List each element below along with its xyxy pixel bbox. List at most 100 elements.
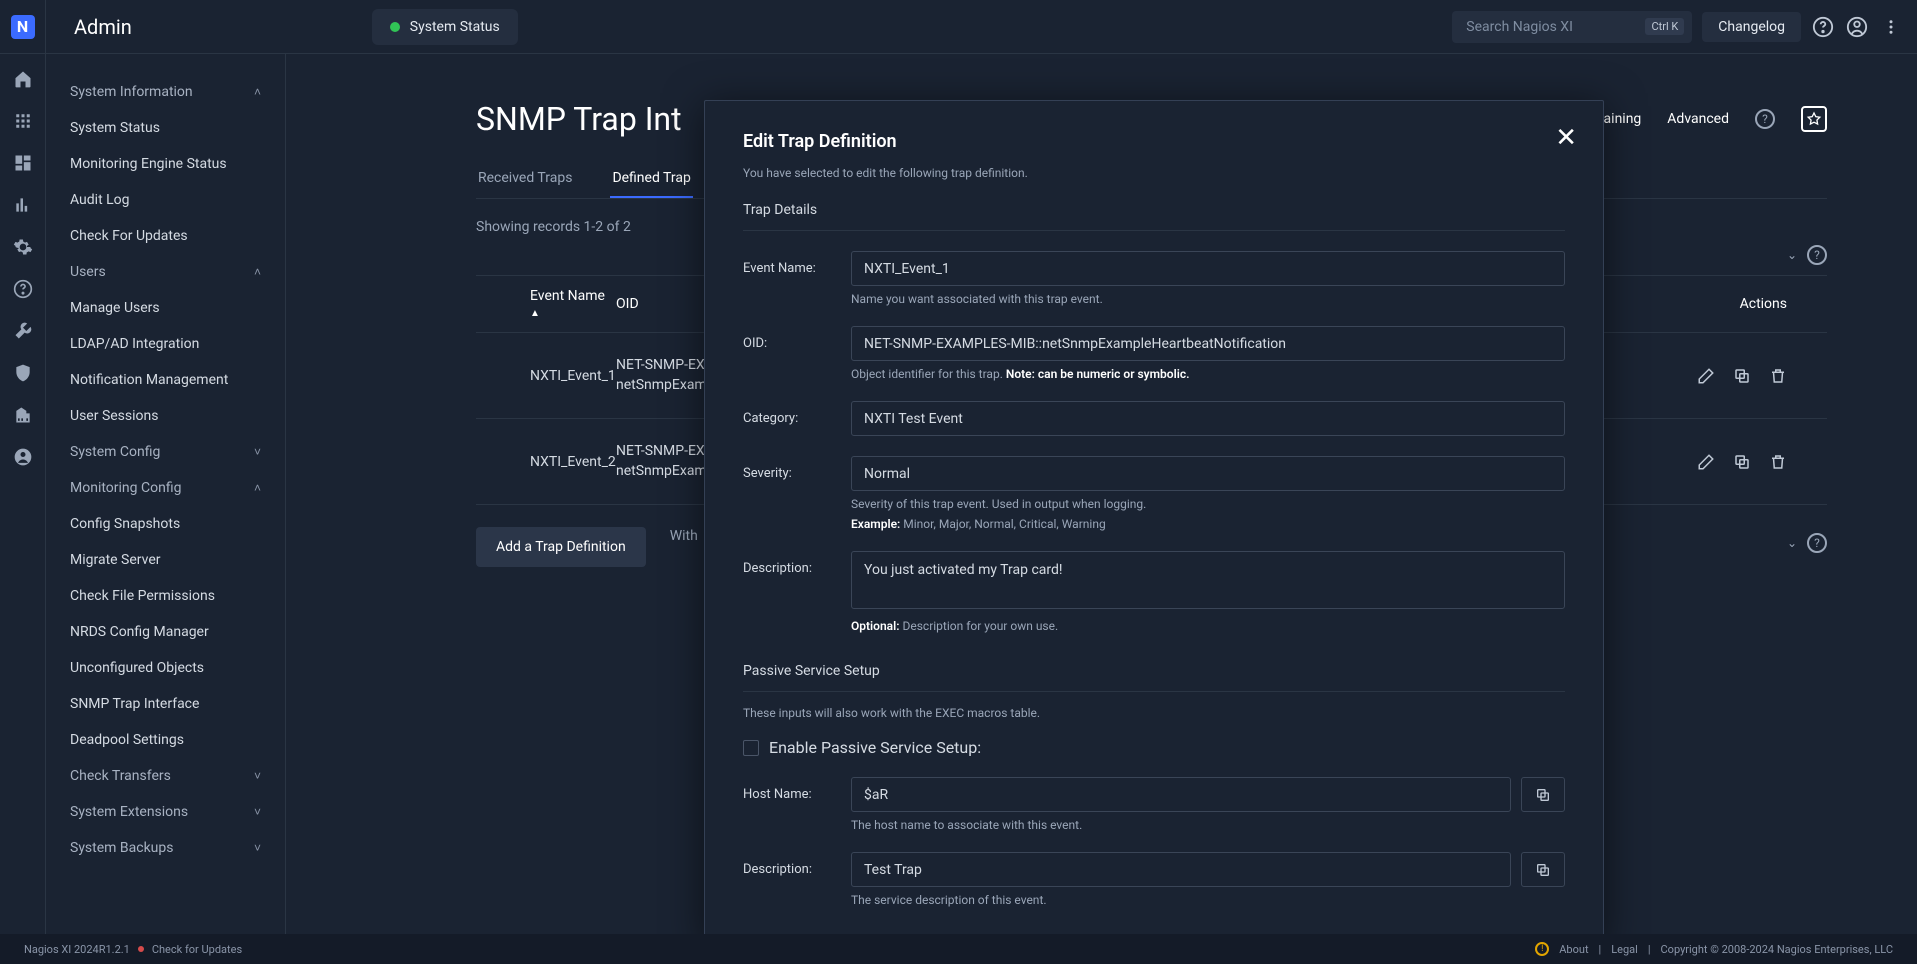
nav-group-check-transfers[interactable]: Check Transfers˅ <box>70 758 261 794</box>
tab-received-traps[interactable]: Received Traps <box>476 160 574 198</box>
warning-icon[interactable]: ! <box>1535 942 1549 956</box>
nav-item-nrds-config-manager[interactable]: NRDS Config Manager <box>70 614 261 650</box>
cell-event: NXTI_Event_1 <box>476 368 616 384</box>
copy-host-icon[interactable] <box>1521 777 1565 812</box>
nav-group-users[interactable]: Users˄ <box>70 254 261 290</box>
nav-group-monitoring-config[interactable]: Monitoring Config˄ <box>70 470 261 506</box>
nav-group-system-extensions[interactable]: System Extensions˅ <box>70 794 261 830</box>
rail-apps-icon[interactable] <box>12 110 34 132</box>
severity-example: Example: Minor, Major, Normal, Critical,… <box>851 517 1565 531</box>
delete-icon[interactable] <box>1769 453 1787 471</box>
nav-group-system-information[interactable]: System Information˄ <box>70 74 261 110</box>
svc-desc-label: Description: <box>743 852 851 907</box>
edit-trap-modal: ✕ Edit Trap Definition You have selected… <box>704 100 1604 944</box>
chevron-down-icon[interactable]: ⌄ <box>1787 536 1797 550</box>
copy-desc-icon[interactable] <box>1521 852 1565 887</box>
page-title: SNMP Trap Int <box>476 100 682 138</box>
admin-sidebar: System Information˄System StatusMonitori… <box>46 54 286 934</box>
nav-item-check-for-updates[interactable]: Check For Updates <box>70 218 261 254</box>
copy-icon[interactable] <box>1733 453 1751 471</box>
close-icon[interactable]: ✕ <box>1555 123 1577 153</box>
oid-input[interactable] <box>851 326 1565 361</box>
nav-item-manage-users[interactable]: Manage Users <box>70 290 261 326</box>
event-name-hint: Name you want associated with this trap … <box>851 292 1565 306</box>
changelog-button[interactable]: Changelog <box>1702 12 1801 42</box>
help-icon[interactable] <box>1811 15 1835 39</box>
add-trap-button[interactable]: Add a Trap Definition <box>476 527 646 567</box>
status-label: System Status <box>410 19 500 35</box>
page-context-title: Admin <box>74 15 132 39</box>
severity-hint: Severity of this trap event. Used in out… <box>851 497 1565 511</box>
footer-legal[interactable]: Legal <box>1611 943 1638 956</box>
severity-label: Severity: <box>743 456 851 531</box>
account-icon[interactable] <box>1845 15 1869 39</box>
rail-home-icon[interactable] <box>12 68 34 90</box>
nav-item-monitoring-engine-status[interactable]: Monitoring Engine Status <box>70 146 261 182</box>
tab-defined-trap[interactable]: Defined Trap <box>610 160 692 198</box>
col-event-name[interactable]: Event Name <box>530 288 605 304</box>
status-dot-icon <box>390 22 400 32</box>
description-input[interactable] <box>851 551 1565 609</box>
global-search[interactable]: Search Nagios XI Ctrl K <box>1452 11 1692 43</box>
svc-desc-input[interactable] <box>851 852 1511 887</box>
delete-icon[interactable] <box>1769 367 1787 385</box>
nav-item-config-snapshots[interactable]: Config Snapshots <box>70 506 261 542</box>
nav-item-notification-management[interactable]: Notification Management <box>70 362 261 398</box>
passive-service-intro: These inputs will also work with the EXE… <box>743 706 1565 720</box>
favorite-icon[interactable] <box>1801 106 1827 132</box>
logo[interactable]: N <box>0 0 46 54</box>
rail-help-icon[interactable] <box>12 278 34 300</box>
enable-passive-checkbox[interactable] <box>743 740 759 756</box>
nav-item-deadpool-settings[interactable]: Deadpool Settings <box>70 722 261 758</box>
more-icon[interactable] <box>1879 15 1903 39</box>
nav-item-system-status[interactable]: System Status <box>70 110 261 146</box>
event-name-label: Event Name: <box>743 251 851 306</box>
footer-check-updates[interactable]: Check for Updates <box>152 943 242 956</box>
enable-passive-label: Enable Passive Service Setup: <box>769 738 981 757</box>
category-input[interactable] <box>851 401 1565 436</box>
system-status-pill[interactable]: System Status <box>372 9 518 45</box>
col-actions: Actions <box>1667 296 1827 312</box>
cell-event: NXTI_Event_2 <box>476 454 616 470</box>
sort-asc-icon[interactable]: ▲ <box>530 308 540 319</box>
host-name-label: Host Name: <box>743 777 851 832</box>
help-icon[interactable]: ? <box>1807 533 1827 553</box>
svc-desc-hint: The service description of this event. <box>851 893 1565 907</box>
nav-item-audit-log[interactable]: Audit Log <box>70 182 261 218</box>
severity-input[interactable] <box>851 456 1565 491</box>
footer-about[interactable]: About <box>1559 943 1588 956</box>
edit-icon[interactable] <box>1697 453 1715 471</box>
nav-group-system-backups[interactable]: System Backups˅ <box>70 830 261 866</box>
rail-dashboard-icon[interactable] <box>12 152 34 174</box>
rail-enterprise-icon[interactable] <box>12 404 34 426</box>
rail-shield-icon[interactable] <box>12 362 34 384</box>
rail-tools-icon[interactable] <box>12 320 34 342</box>
chevron-down-icon[interactable]: ⌄ <box>1787 248 1797 262</box>
nav-group-system-config[interactable]: System Config˅ <box>70 434 261 470</box>
nav-item-snmp-trap-interface[interactable]: SNMP Trap Interface <box>70 686 261 722</box>
rail-reports-icon[interactable] <box>12 194 34 216</box>
nav-item-unconfigured-objects[interactable]: Unconfigured Objects <box>70 650 261 686</box>
passive-service-heading: Passive Service Setup <box>743 663 1565 692</box>
description-label: Description: <box>743 551 851 633</box>
host-name-hint: The host name to associate with this eve… <box>851 818 1565 832</box>
page-help-icon[interactable]: ? <box>1755 109 1775 129</box>
nav-item-migrate-server[interactable]: Migrate Server <box>70 542 261 578</box>
nav-item-ldap-ad-integration[interactable]: LDAP/AD Integration <box>70 326 261 362</box>
edit-icon[interactable] <box>1697 367 1715 385</box>
search-placeholder: Search Nagios XI <box>1466 19 1573 35</box>
event-name-input[interactable] <box>851 251 1565 286</box>
modal-intro: You have selected to edit the following … <box>743 166 1565 180</box>
with-selected-label: With <box>670 528 698 544</box>
oid-label: OID: <box>743 326 851 381</box>
copy-icon[interactable] <box>1733 367 1751 385</box>
trap-details-heading: Trap Details <box>743 202 1565 231</box>
nav-item-user-sessions[interactable]: User Sessions <box>70 398 261 434</box>
rail-profile-icon[interactable] <box>12 446 34 468</box>
rail-settings-icon[interactable] <box>12 236 34 258</box>
oid-hint: Object identifier for this trap. Note: c… <box>851 367 1565 381</box>
nav-item-check-file-permissions[interactable]: Check File Permissions <box>70 578 261 614</box>
filter-help-icon[interactable]: ? <box>1807 245 1827 265</box>
host-name-input[interactable] <box>851 777 1511 812</box>
advanced-link[interactable]: Advanced <box>1667 111 1729 127</box>
